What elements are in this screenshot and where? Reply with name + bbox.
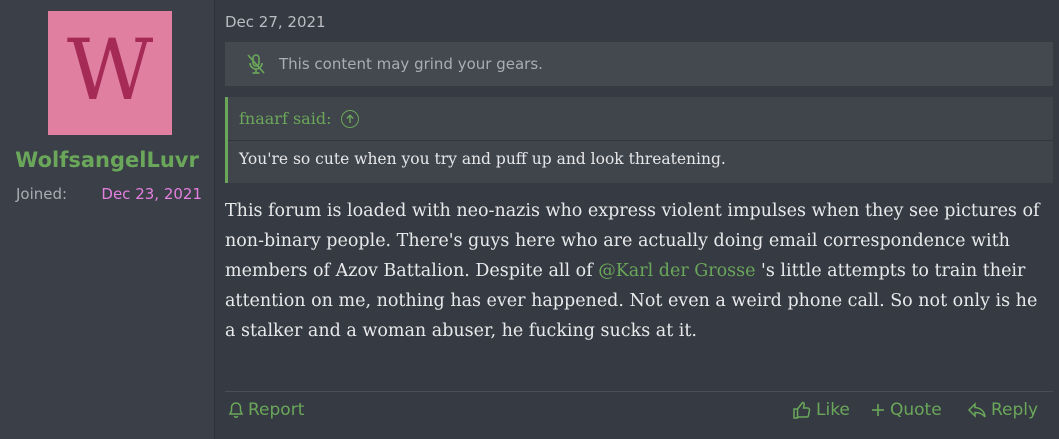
like-label: Like: [816, 400, 850, 420]
report-label: Report: [248, 400, 305, 420]
like-button[interactable]: Like: [792, 400, 850, 420]
quote-button[interactable]: Quote: [870, 400, 942, 420]
user-mention-link[interactable]: @Karl der Grosse: [598, 261, 755, 281]
bell-icon: [228, 401, 244, 419]
microphone-off-icon: [243, 51, 269, 77]
joined-date: Dec 23, 2021: [101, 185, 202, 203]
user-sidebar: W WolfsangelLuvr Joined: Dec 23, 2021: [0, 0, 215, 439]
quote-label: Quote: [890, 400, 942, 420]
post-content: Dec 27, 2021 This content may grind your…: [215, 0, 1059, 439]
quote-header[interactable]: fnaarf said:: [228, 97, 1053, 141]
quote-text: You're so cute when you try and puff up …: [239, 150, 726, 168]
forum-post: W WolfsangelLuvr Joined: Dec 23, 2021 De…: [0, 0, 1059, 439]
warning-text: This content may grind your gears.: [279, 55, 543, 73]
plus-icon: [870, 402, 886, 418]
avatar[interactable]: W: [48, 11, 172, 135]
username-link[interactable]: WolfsangelLuvr: [0, 148, 214, 172]
report-button[interactable]: Report: [228, 400, 304, 420]
post-message: This forum is loaded with neo-nazis who …: [225, 196, 1045, 346]
reply-arrow-icon: [967, 401, 987, 419]
quote-block: fnaarf said: You're so cute when you try…: [225, 97, 1053, 183]
avatar-letter: W: [66, 21, 154, 119]
footer-divider: [225, 391, 1053, 392]
thumbs-up-icon: [792, 400, 812, 420]
quote-author[interactable]: fnaarf said:: [239, 109, 331, 128]
reply-button[interactable]: Reply: [967, 400, 1038, 420]
content-warning: This content may grind your gears.: [225, 42, 1053, 86]
arrow-up-circle-icon[interactable]: [341, 109, 360, 128]
joined-label: Joined:: [16, 185, 68, 203]
post-date[interactable]: Dec 27, 2021: [225, 13, 326, 31]
reply-label: Reply: [991, 400, 1039, 420]
